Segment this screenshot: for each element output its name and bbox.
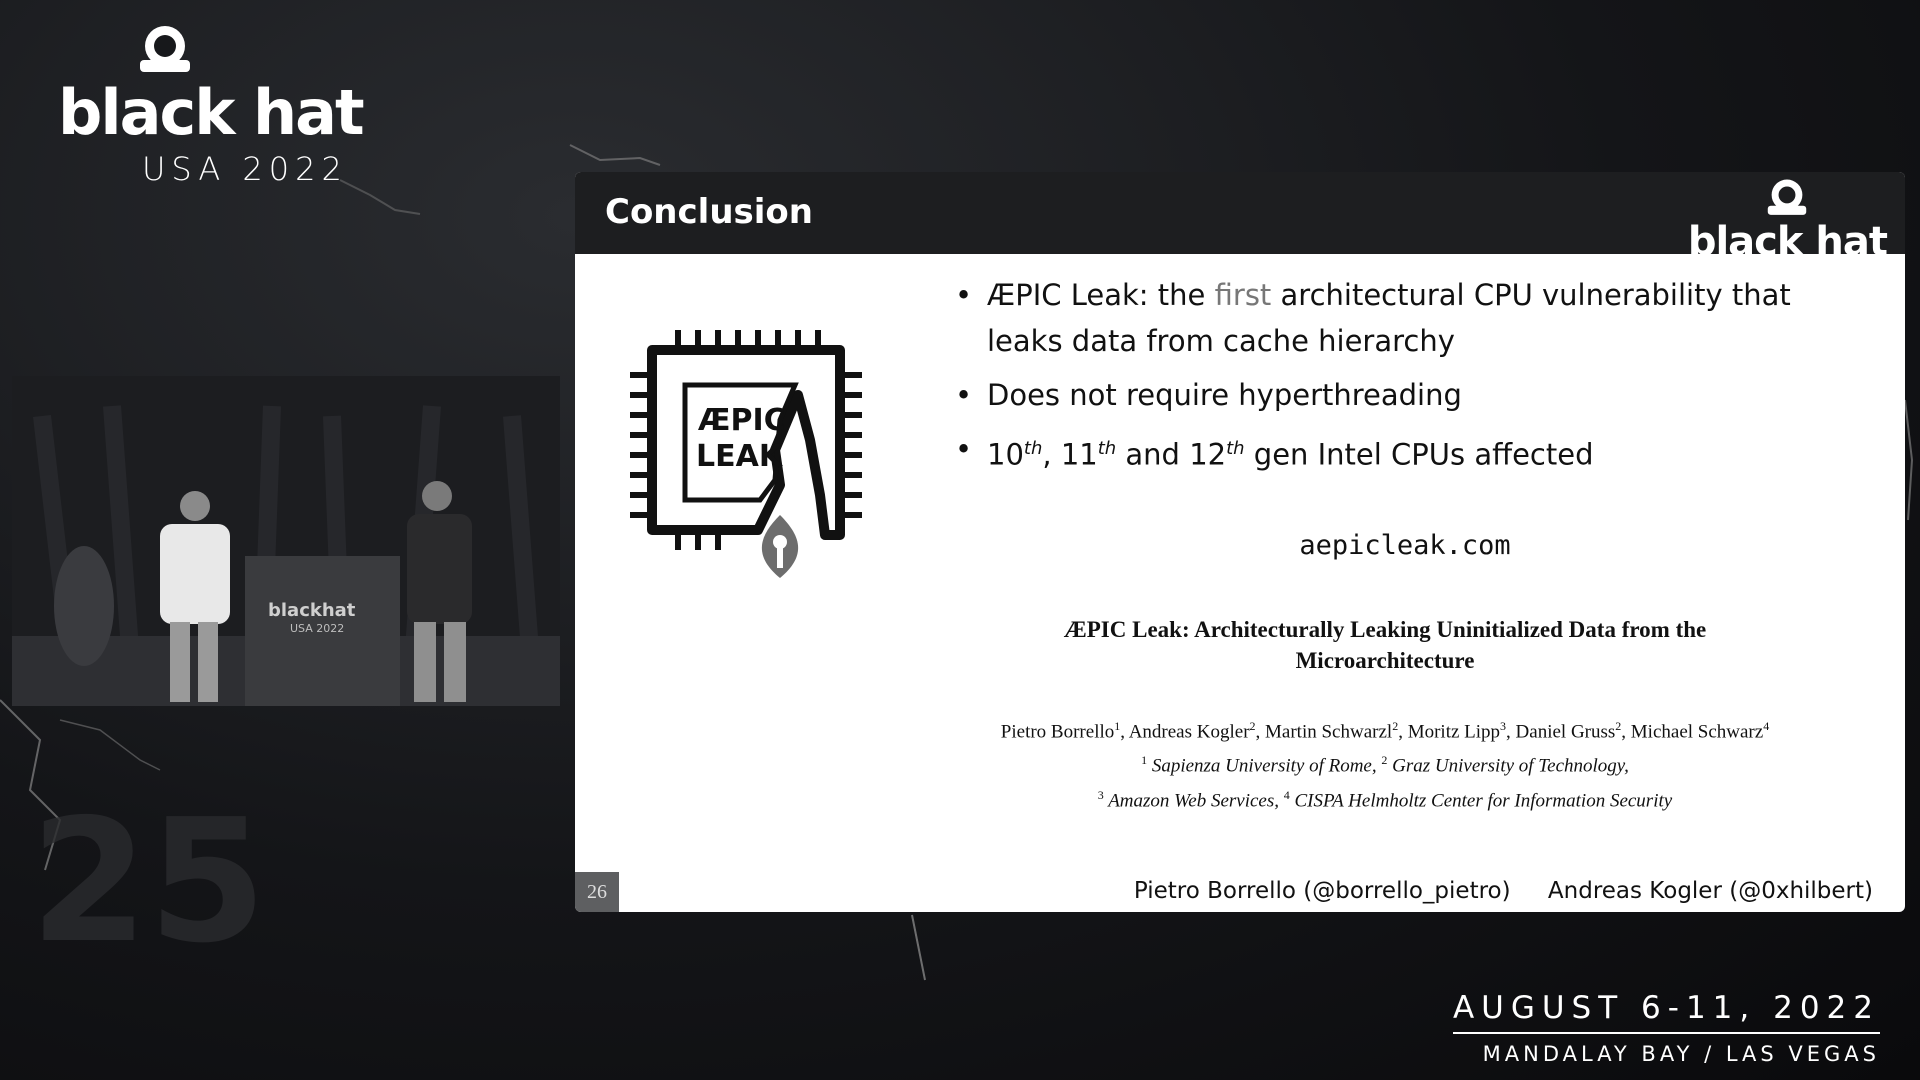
chip-logo-line2: LEAK	[696, 439, 784, 474]
svg-text:25: 25	[30, 783, 267, 981]
podium-logo-year: USA 2022	[290, 622, 344, 635]
affiliations-line1: 1 Sapienza University of Rome, 2 Graz Un…	[1141, 753, 1629, 777]
logo-year: USA 2022	[142, 150, 348, 188]
speaker-video: blackhat USA 2022	[12, 376, 560, 706]
conclusion-bullets: ÆPIC Leak: the first architectural CPU v…	[955, 272, 1855, 486]
chip-logo-line1: ÆPIC	[698, 403, 786, 438]
event-date: AUGUST 6-11, 2022	[1452, 990, 1880, 1026]
project-url: aepicleak.com	[1299, 530, 1511, 561]
bullet-item: Does not require hyperthreading	[955, 372, 1855, 418]
hat-icon	[1768, 179, 1807, 215]
logo-word: black hat	[58, 76, 365, 149]
paper-title: ÆPIC Leak: Architecturally Leaking Unini…	[1063, 617, 1707, 673]
presentation-slide: Conclusion black hat ÆPIC LEAK • ÆPIC Le…	[575, 172, 1905, 912]
highlight-first: first	[1214, 278, 1272, 312]
date-divider	[1452, 1032, 1880, 1034]
bullet-item: ÆPIC Leak: the first architectural CPU v…	[955, 272, 1855, 364]
footer-author-2: Andreas Kogler (@0xhilbert)	[1547, 878, 1873, 904]
event-date-block: AUGUST 6-11, 2022 MANDALAY BAY / LAS VEG…	[1452, 990, 1880, 1066]
paper-authors: Pietro Borrello1, Andreas Kogler2, Marti…	[945, 712, 1825, 815]
hat-icon	[140, 26, 190, 72]
slide-logo-word: black hat	[1687, 219, 1888, 265]
affiliations-line2: 3 Amazon Web Services, 4 CISPA Helmholtz…	[1097, 787, 1673, 811]
blackhat-logo: black hat USA 2022	[58, 24, 388, 188]
podium-logo: blackhat	[268, 600, 356, 621]
slide-footer: Pietro Borrello (@borrello_pietro) Andre…	[1104, 878, 1873, 904]
author-list: Pietro Borrello1, Andreas Kogler2, Marti…	[1000, 719, 1770, 743]
event-venue: MANDALAY BAY / LAS VEGAS	[1482, 1042, 1880, 1066]
footer-author-1: Pietro Borrello (@borrello_pietro)	[1133, 878, 1511, 904]
slide-page-number: 26	[575, 872, 619, 912]
slide-header: Conclusion black hat	[575, 172, 1905, 262]
stage-scene: blackhat USA 2022	[12, 376, 560, 706]
slide-title: Conclusion	[605, 192, 813, 232]
bullet-item: 10th, 11th and 12th gen Intel CPUs affec…	[955, 426, 1855, 478]
slide-header-logo: black hat	[1687, 178, 1888, 265]
